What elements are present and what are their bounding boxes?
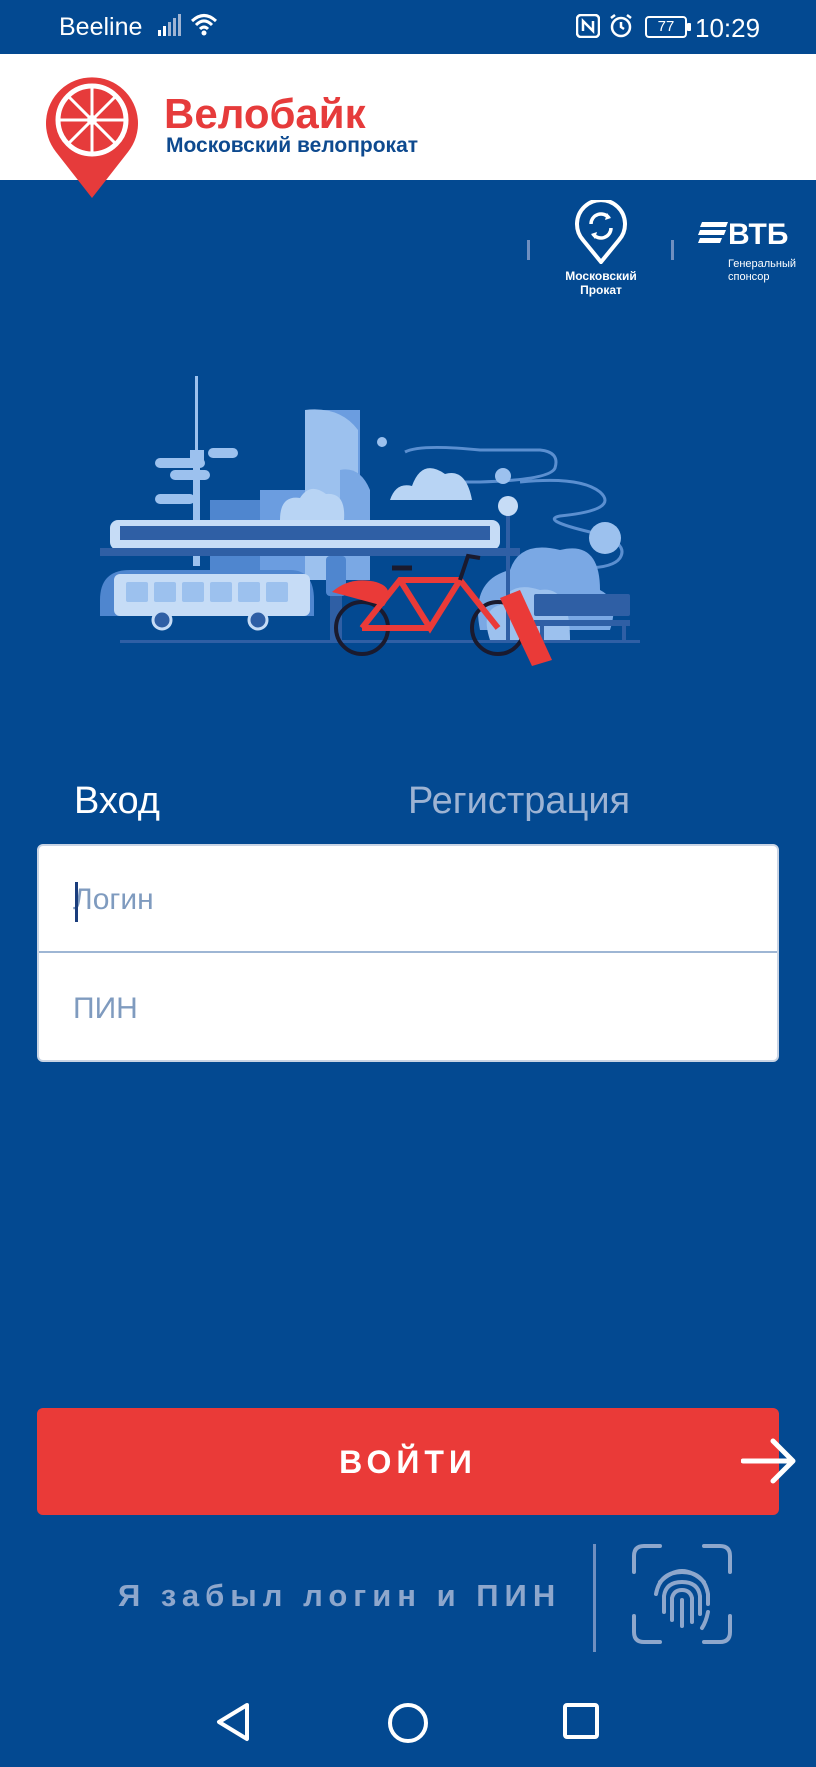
- app-header: Велобайк Московский велопрокат: [0, 54, 816, 198]
- recent-apps-icon[interactable]: [563, 1703, 599, 1739]
- brand-name: Велобайк: [164, 90, 366, 137]
- nfc-icon: [576, 14, 600, 38]
- sponsor-separator: [527, 240, 530, 260]
- alarm-icon: [610, 14, 632, 38]
- moscow-rental-logo: Московский Прокат: [555, 198, 647, 297]
- moscow-rental-caption-2: Прокат: [580, 283, 622, 297]
- moscow-rental-caption-1: Московский: [565, 269, 637, 283]
- forgot-credentials-link[interactable]: Я забыл логин и ПИН: [118, 1578, 561, 1614]
- carrier-name: Beeline: [59, 13, 143, 41]
- fingerprint-icon[interactable]: [630, 1542, 734, 1646]
- clock: 10:29: [695, 13, 761, 43]
- battery-level: 77: [657, 18, 675, 35]
- vtb-caption-1: Генеральный: [728, 258, 797, 270]
- battery-icon: 77: [645, 16, 691, 38]
- signal-icon: [158, 14, 181, 36]
- system-nav-bar: [0, 1680, 816, 1767]
- vtb-name: ВТБ: [728, 218, 789, 251]
- divider: [593, 1544, 596, 1652]
- text-cursor: [75, 882, 78, 922]
- login-input[interactable]: [73, 876, 733, 924]
- city-bike-illustration: [100, 376, 640, 666]
- tab-register[interactable]: Регистрация: [408, 780, 630, 823]
- arrow-right-icon: [741, 1438, 796, 1484]
- login-field: [39, 846, 777, 953]
- back-icon[interactable]: [215, 1702, 251, 1742]
- login-button-label: ВОЙТИ: [339, 1444, 477, 1480]
- pin-field: [39, 955, 777, 1060]
- sponsor-separator: [671, 240, 674, 260]
- home-icon[interactable]: [387, 1702, 429, 1744]
- tab-login[interactable]: Вход: [74, 780, 160, 823]
- login-form: [37, 844, 779, 1062]
- brand-subtitle: Московский велопрокат: [166, 134, 419, 157]
- moscow-rental-icon: [575, 198, 627, 266]
- vtb-caption-2: спонсор: [728, 271, 770, 283]
- vtb-sponsor-caption: Генеральный спонсор: [728, 258, 808, 284]
- wifi-icon: [190, 14, 218, 36]
- bike-wheel-pin-icon: [46, 77, 139, 198]
- login-button[interactable]: ВОЙТИ: [37, 1408, 796, 1515]
- status-bar: Beeline 77 10:29: [0, 0, 816, 54]
- vtb-stripes-icon: [698, 222, 728, 243]
- pin-input[interactable]: [73, 985, 733, 1033]
